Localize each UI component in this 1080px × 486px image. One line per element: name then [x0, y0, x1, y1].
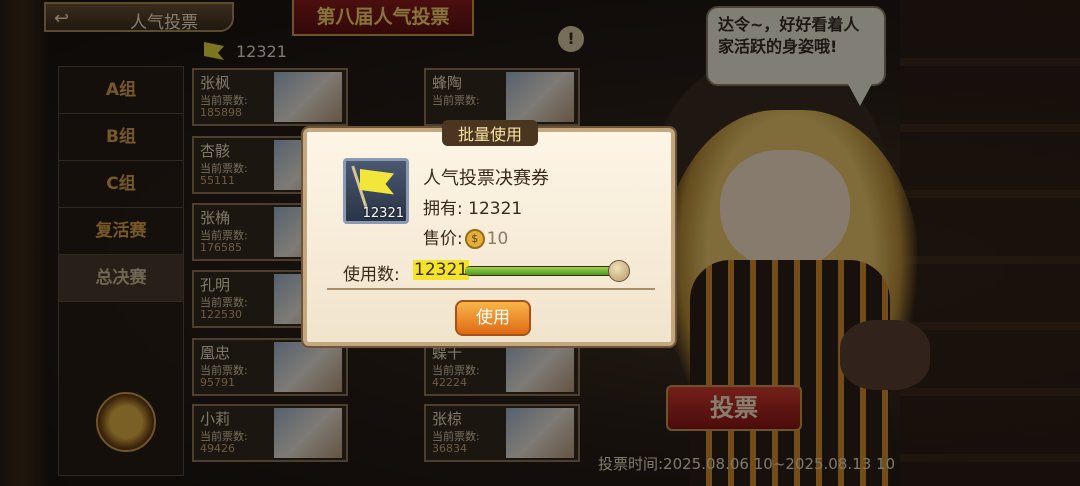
- quantity-slider[interactable]: [465, 260, 630, 282]
- quantity-value[interactable]: 12321: [413, 260, 470, 280]
- quantity-label: 使用数:: [343, 265, 400, 285]
- flag-icon: [360, 169, 394, 195]
- item-name: 人气投票决赛券: [423, 168, 549, 189]
- item-slot: 12321: [343, 158, 409, 224]
- divider: [327, 288, 655, 290]
- coin-icon: $: [464, 229, 485, 249]
- use-button[interactable]: 使用: [455, 300, 531, 336]
- dialog-title: 批量使用: [442, 120, 538, 146]
- owned-count: 拥有: 12321: [423, 199, 523, 219]
- slider-fill: [465, 267, 619, 275]
- batch-use-dialog: 批量使用 12321 人气投票决赛券 拥有: 12321 售价: $10 使用数:…: [303, 120, 675, 346]
- slider-thumb[interactable]: [608, 260, 630, 282]
- price-value: 10: [486, 229, 509, 249]
- price-label: 售价:: [423, 229, 463, 249]
- item-quantity: 12321: [362, 206, 404, 221]
- price-row: 售价: $10: [423, 224, 508, 249]
